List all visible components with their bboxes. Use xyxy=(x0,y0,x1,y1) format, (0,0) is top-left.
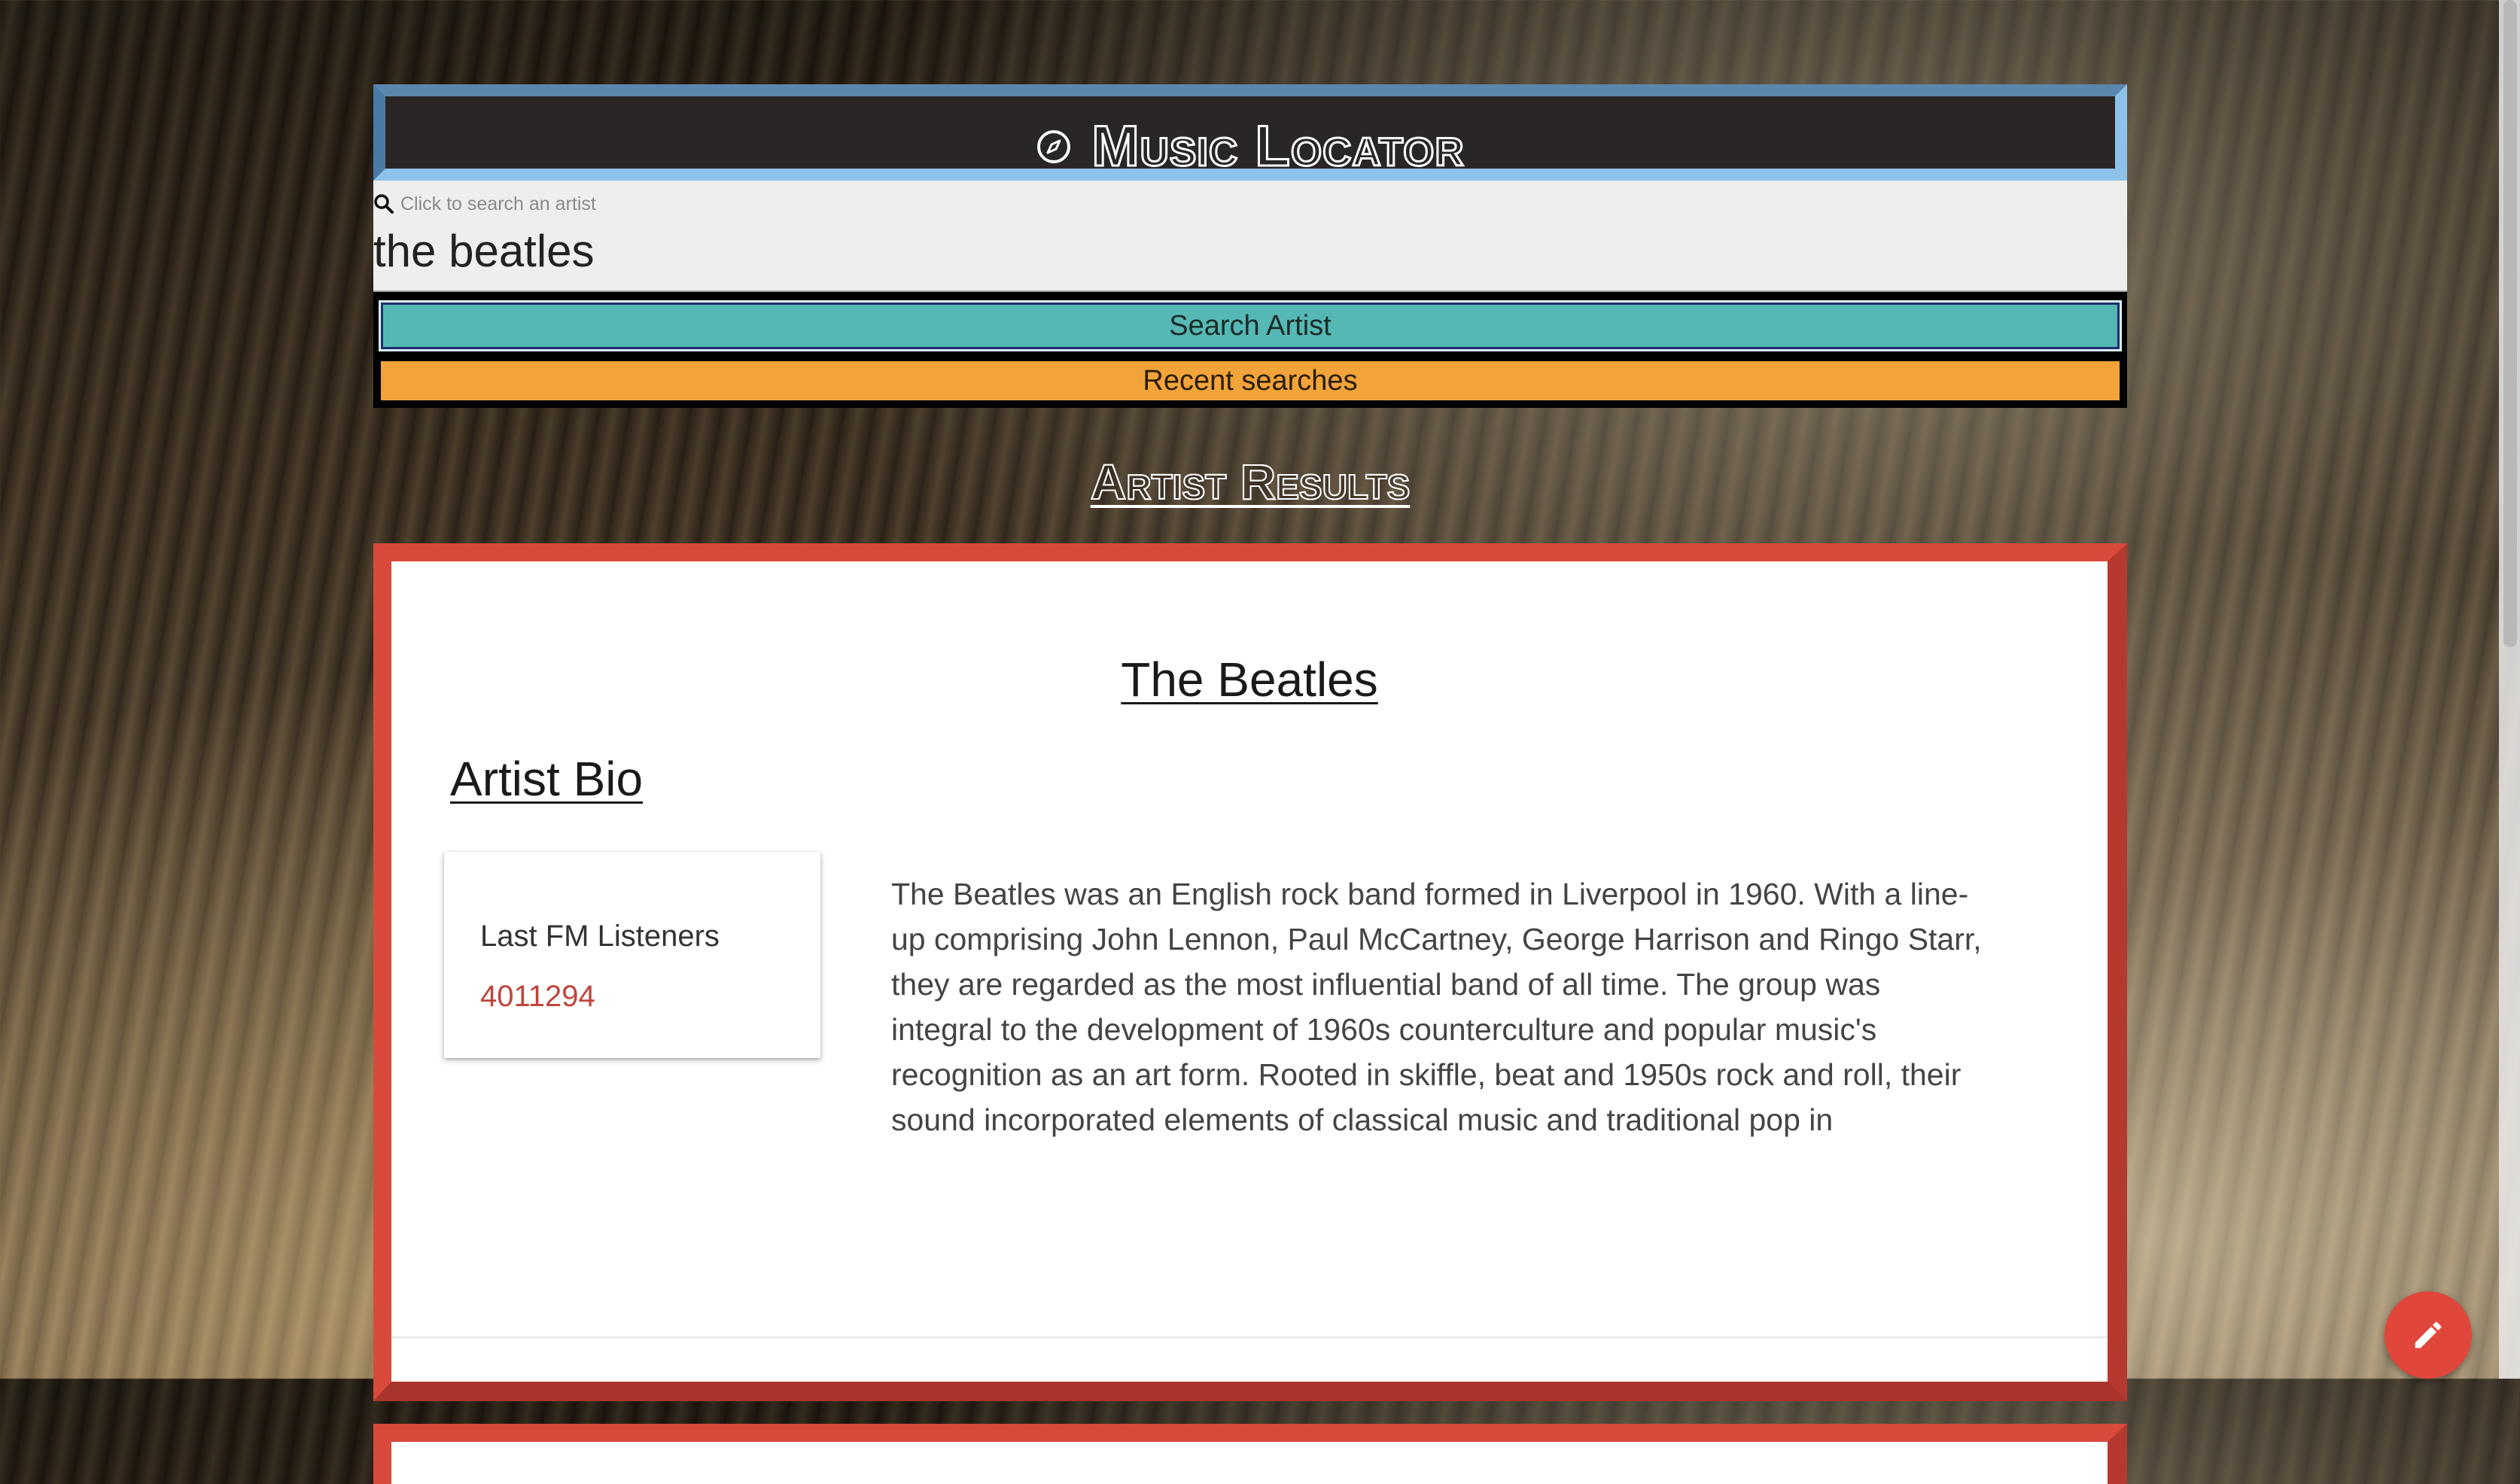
search-artist-button[interactable]: Search Artist xyxy=(379,300,2122,351)
search-icon xyxy=(374,194,394,214)
search-area: Click to search an artist xyxy=(373,181,2127,292)
card-divider xyxy=(391,1337,2108,1338)
listeners-label: Last FM Listeners xyxy=(480,920,720,953)
artist-search-input[interactable] xyxy=(373,217,2127,292)
scrollbar-thumb[interactable] xyxy=(2503,0,2517,647)
listeners-value: 4011294 xyxy=(480,980,595,1013)
artist-bio-heading: Artist Bio xyxy=(450,752,644,806)
buttons-area: Search Artist Recent searches xyxy=(373,292,2127,408)
artist-result-card: The Beatles Artist Bio Last FM Listeners… xyxy=(373,543,2127,1401)
compass-icon xyxy=(1037,129,1071,163)
main-container: Music Locator Click to search an artist … xyxy=(373,84,2127,1484)
listeners-card: Last FM Listeners 4011294 xyxy=(444,852,820,1058)
app-title: Music Locator xyxy=(1091,114,1465,178)
search-label-row: Click to search an artist xyxy=(373,191,2127,217)
next-result-card xyxy=(373,1424,2127,1484)
search-label: Click to search an artist xyxy=(400,193,596,214)
artist-result-card-body: The Beatles Artist Bio Last FM Listeners… xyxy=(391,561,2108,1382)
app-header: Music Locator xyxy=(373,84,2127,181)
artist-name: The Beatles xyxy=(1121,652,1378,707)
app-title-group: Music Locator xyxy=(1036,114,1465,178)
artist-bio-text: The Beatles was an English rock band for… xyxy=(891,877,1982,1137)
pencil-icon xyxy=(2415,1321,2442,1349)
artist-results-heading: Artist Results xyxy=(373,453,2127,513)
scrollbar-track[interactable] xyxy=(2499,0,2520,1379)
artist-results-heading-text: Artist Results xyxy=(1090,453,1411,510)
recent-searches-button[interactable]: Recent searches xyxy=(381,361,2120,400)
edit-fab-button[interactable] xyxy=(2385,1291,2472,1379)
